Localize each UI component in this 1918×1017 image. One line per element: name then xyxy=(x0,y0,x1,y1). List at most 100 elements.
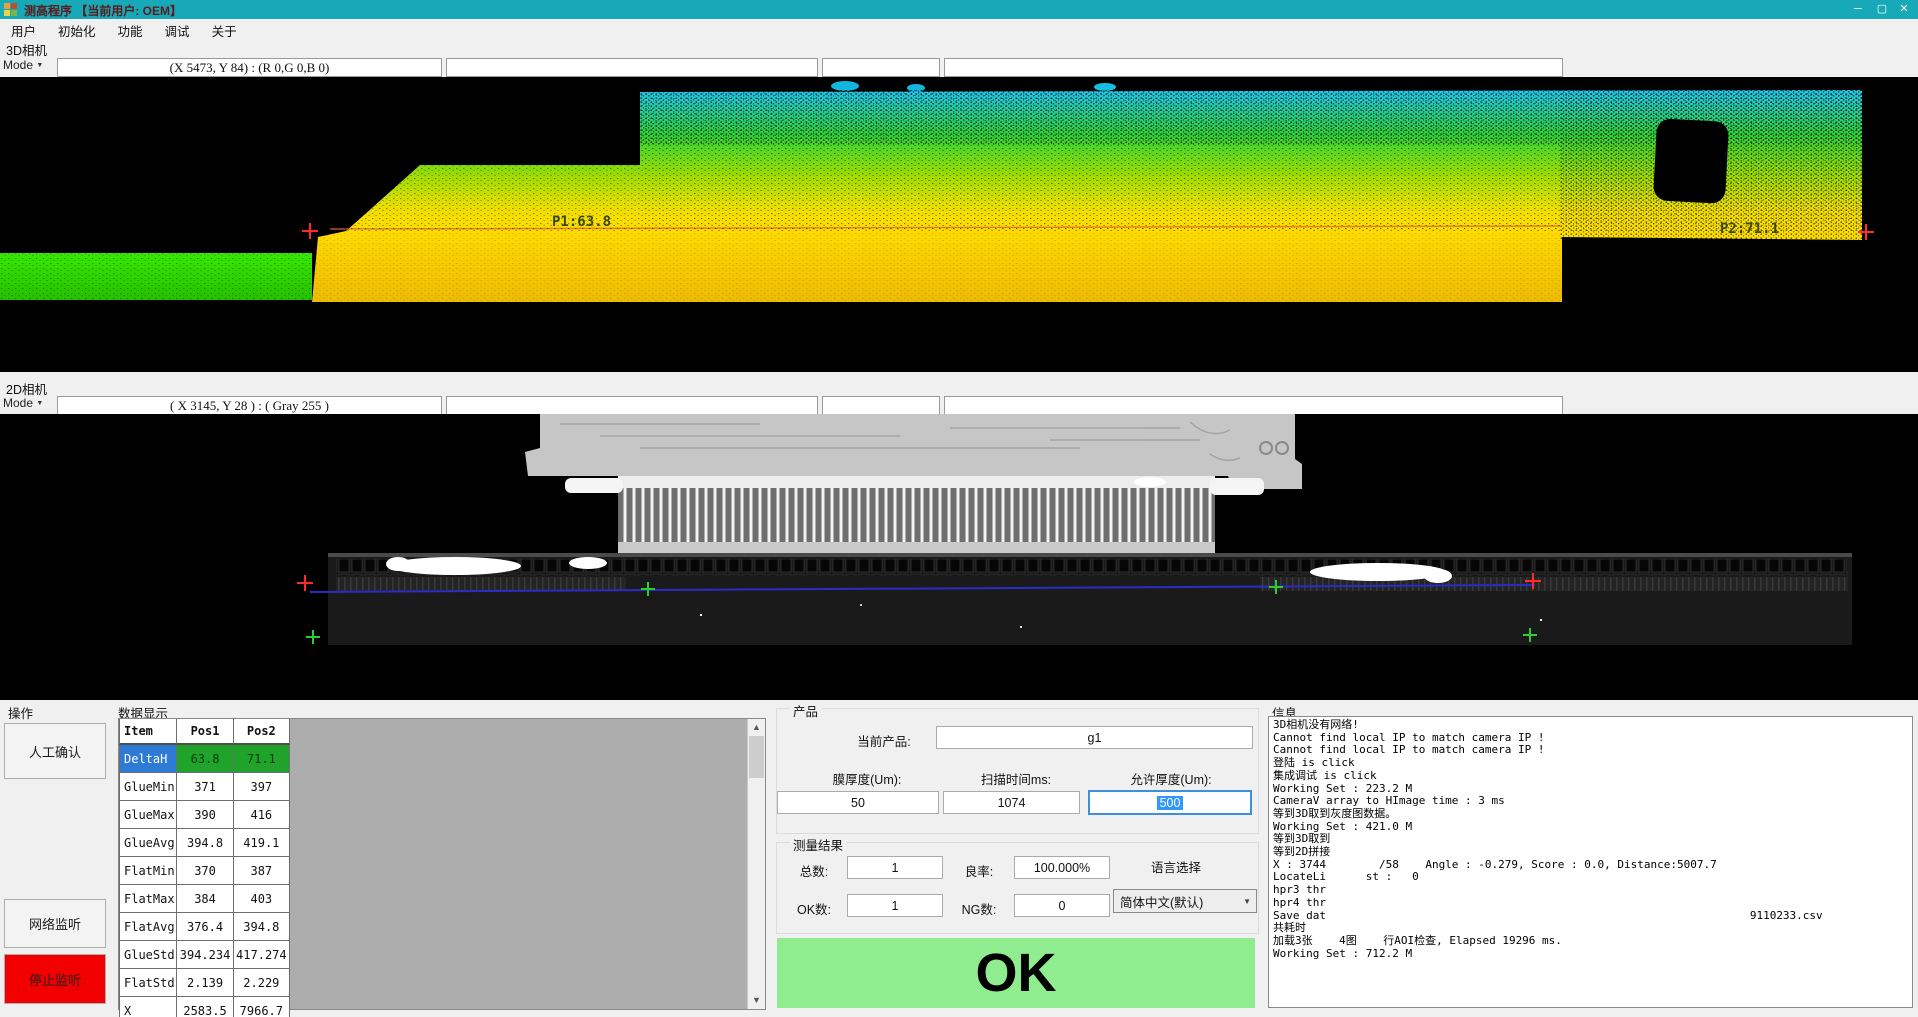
p2-measurement-label: P2:71.1 xyxy=(1720,221,1779,237)
yield-label: 良率: xyxy=(953,861,1005,880)
camera3d-section-label: 3D相机 xyxy=(6,40,47,59)
log-line: hpr4 thr xyxy=(1273,897,1912,910)
camera3d-mode-dropdown[interactable]: Mode ▼ xyxy=(3,58,53,76)
app-window: 测高程序 【当前用户: OEM】 ─ ▢ ✕ 用户初始化功能调试关于 3D相机 … xyxy=(0,0,1918,1017)
table-cell-item: GlueMin xyxy=(119,773,177,801)
log-line: 登陆 is click xyxy=(1273,757,1912,770)
scroll-down-icon[interactable]: ▼ xyxy=(748,992,765,1009)
menu-item-2[interactable]: 功能 xyxy=(107,19,154,42)
log-line: Save dat 9110233.csv xyxy=(1273,910,1912,923)
minimize-button[interactable]: ─ xyxy=(1846,0,1870,19)
camera3d-coordinate-readout: (X 5473, Y 84) : (R 0,G 0,B 0) xyxy=(57,58,442,77)
results-groupbox: 测量结果 总数: 1 良率: 100.000% 语言选择 OK数: 1 NG数:… xyxy=(776,842,1259,934)
allow-thickness-label: 允许厚度(Um): xyxy=(1116,769,1226,788)
scan-time-field[interactable]: 1074 xyxy=(943,791,1080,814)
scroll-up-icon[interactable]: ▲ xyxy=(748,719,765,736)
log-line: 等到2D拼接 xyxy=(1273,846,1912,859)
results-section-label: 测量结果 xyxy=(789,835,847,854)
stop-listen-button[interactable]: 停止监听 xyxy=(4,954,106,1004)
scan-time-label: 扫描时间ms: xyxy=(961,769,1071,788)
table-row[interactable]: FlatStd2.1392.229 xyxy=(119,969,290,997)
network-listen-button[interactable]: 网络监听 xyxy=(4,899,106,948)
camera2d-readout-field-4 xyxy=(944,396,1563,415)
maximize-button[interactable]: ▢ xyxy=(1870,0,1894,19)
table-cell-pos2: 7966.7 xyxy=(234,997,290,1017)
table-row[interactable]: FlatAvg376.4394.8 xyxy=(119,913,290,941)
table-row[interactable]: GlueAvg394.8419.1 xyxy=(119,829,290,857)
yield-field[interactable]: 100.000% xyxy=(1014,856,1110,879)
ng-count-field[interactable]: 0 xyxy=(1014,894,1110,917)
table-cell-pos2: 2.229 xyxy=(234,969,290,997)
log-line: hpr3 thr xyxy=(1273,884,1912,897)
language-select-dropdown[interactable]: 简体中文(默认)▼ xyxy=(1113,889,1257,913)
table-row[interactable]: FlatMin370387 xyxy=(119,857,290,885)
table-cell-pos2: 387 xyxy=(234,857,290,885)
log-line: 3D相机没有网络! xyxy=(1273,719,1912,732)
log-line: LocateLi st : 0 xyxy=(1273,871,1912,884)
title-bar: 测高程序 【当前用户: OEM】 ─ ▢ ✕ xyxy=(0,0,1918,19)
current-product-field[interactable]: g1 xyxy=(936,726,1253,749)
table-row[interactable]: GlueMin371397 xyxy=(119,773,290,801)
table-header-row: Item Pos1 Pos2 xyxy=(119,719,290,745)
table-cell-pos1: 63.8 xyxy=(177,745,233,773)
log-line: Cannot find local IP to match camera IP … xyxy=(1273,744,1912,757)
camera2d-image-view[interactable] xyxy=(0,414,1918,700)
heightmap-3d xyxy=(0,77,1918,372)
table-cell-pos2: 416 xyxy=(234,801,290,829)
chevron-down-icon: ▼ xyxy=(1243,897,1251,906)
menu-item-4[interactable]: 关于 xyxy=(201,19,248,42)
chevron-down-icon: ▼ xyxy=(36,400,43,407)
log-line: 等到3D取到灰度图数据。 xyxy=(1273,808,1912,821)
current-product-label: 当前产品: xyxy=(829,731,939,750)
window-title: 测高程序 【当前用户: OEM】 xyxy=(24,2,182,19)
chevron-down-icon: ▼ xyxy=(36,62,43,69)
table-cell-pos1: 394.8 xyxy=(177,829,233,857)
table-row[interactable]: X2583.57966.7 xyxy=(119,997,290,1017)
camera3d-readout-field-3 xyxy=(822,58,940,77)
table-cell-pos1: 371 xyxy=(177,773,233,801)
film-thickness-label: 膜厚度(Um): xyxy=(812,769,922,788)
scrollbar-thumb[interactable] xyxy=(749,736,764,778)
camera2d-coordinate-readout: ( X 3145, Y 28 ) : ( Gray 255 ) xyxy=(57,396,442,415)
manual-confirm-button[interactable]: 人工确认 xyxy=(4,723,106,779)
close-button[interactable]: ✕ xyxy=(1892,0,1916,19)
table-header-item: Item xyxy=(119,719,177,745)
status-result-box: OK xyxy=(777,938,1255,1008)
table-cell-item: FlatAvg xyxy=(119,913,177,941)
table-cell-pos1: 394.234 xyxy=(177,941,233,969)
menu-item-0[interactable]: 用户 xyxy=(0,19,47,42)
table-header-pos2: Pos2 xyxy=(234,719,290,745)
film-thickness-field[interactable]: 50 xyxy=(777,791,939,814)
camera3d-image-view[interactable]: P1:63.8 P2:71.1 xyxy=(0,77,1918,372)
operations-section-label: 操作 xyxy=(8,703,33,722)
product-section-label: 产品 xyxy=(789,701,822,720)
ng-count-label: NG数: xyxy=(953,899,1005,918)
table-cell-item: GlueAvg xyxy=(119,829,177,857)
camera3d-readout-field-2 xyxy=(446,58,818,77)
table-row[interactable]: FlatMax384403 xyxy=(119,885,290,913)
table-cell-pos1: 2.139 xyxy=(177,969,233,997)
table-row[interactable]: GlueStd394.234417.274 xyxy=(119,941,290,969)
table-scrollbar[interactable]: ▲ ▼ xyxy=(747,719,765,1009)
table-cell-item: X xyxy=(119,997,177,1017)
table-cell-item: FlatMin xyxy=(119,857,177,885)
log-line: Working Set : 712.2 M xyxy=(1273,948,1912,961)
table-row[interactable]: DeltaH63.871.1 xyxy=(119,745,290,773)
log-line: 加载3张 4图 行AOI检查, Elapsed 19296 ms. xyxy=(1273,935,1912,948)
ok-count-field[interactable]: 1 xyxy=(847,894,943,917)
info-log-box[interactable]: 3D相机没有网络! Cannot find local IP to match c… xyxy=(1268,716,1913,1008)
data-table-area: Item Pos1 Pos2 DeltaH63.871.1GlueMin3713… xyxy=(118,718,766,1010)
table-cell-pos2: 403 xyxy=(234,885,290,913)
table-cell-pos2: 394.8 xyxy=(234,913,290,941)
menu-item-1[interactable]: 初始化 xyxy=(47,19,107,42)
table-cell-pos2: 71.1 xyxy=(234,745,290,773)
camera2d-mode-dropdown[interactable]: Mode ▼ xyxy=(3,396,53,414)
log-line: Working Set : 421.0 M xyxy=(1273,821,1912,834)
table-cell-pos1: 384 xyxy=(177,885,233,913)
log-line: 等到3D取到 xyxy=(1273,833,1912,846)
data-table: Item Pos1 Pos2 DeltaH63.871.1GlueMin3713… xyxy=(119,719,290,1017)
table-row[interactable]: GlueMax390416 xyxy=(119,801,290,829)
total-count-field[interactable]: 1 xyxy=(847,856,943,879)
allow-thickness-field[interactable]: 500 xyxy=(1088,790,1252,815)
menu-item-3[interactable]: 调试 xyxy=(154,19,201,42)
